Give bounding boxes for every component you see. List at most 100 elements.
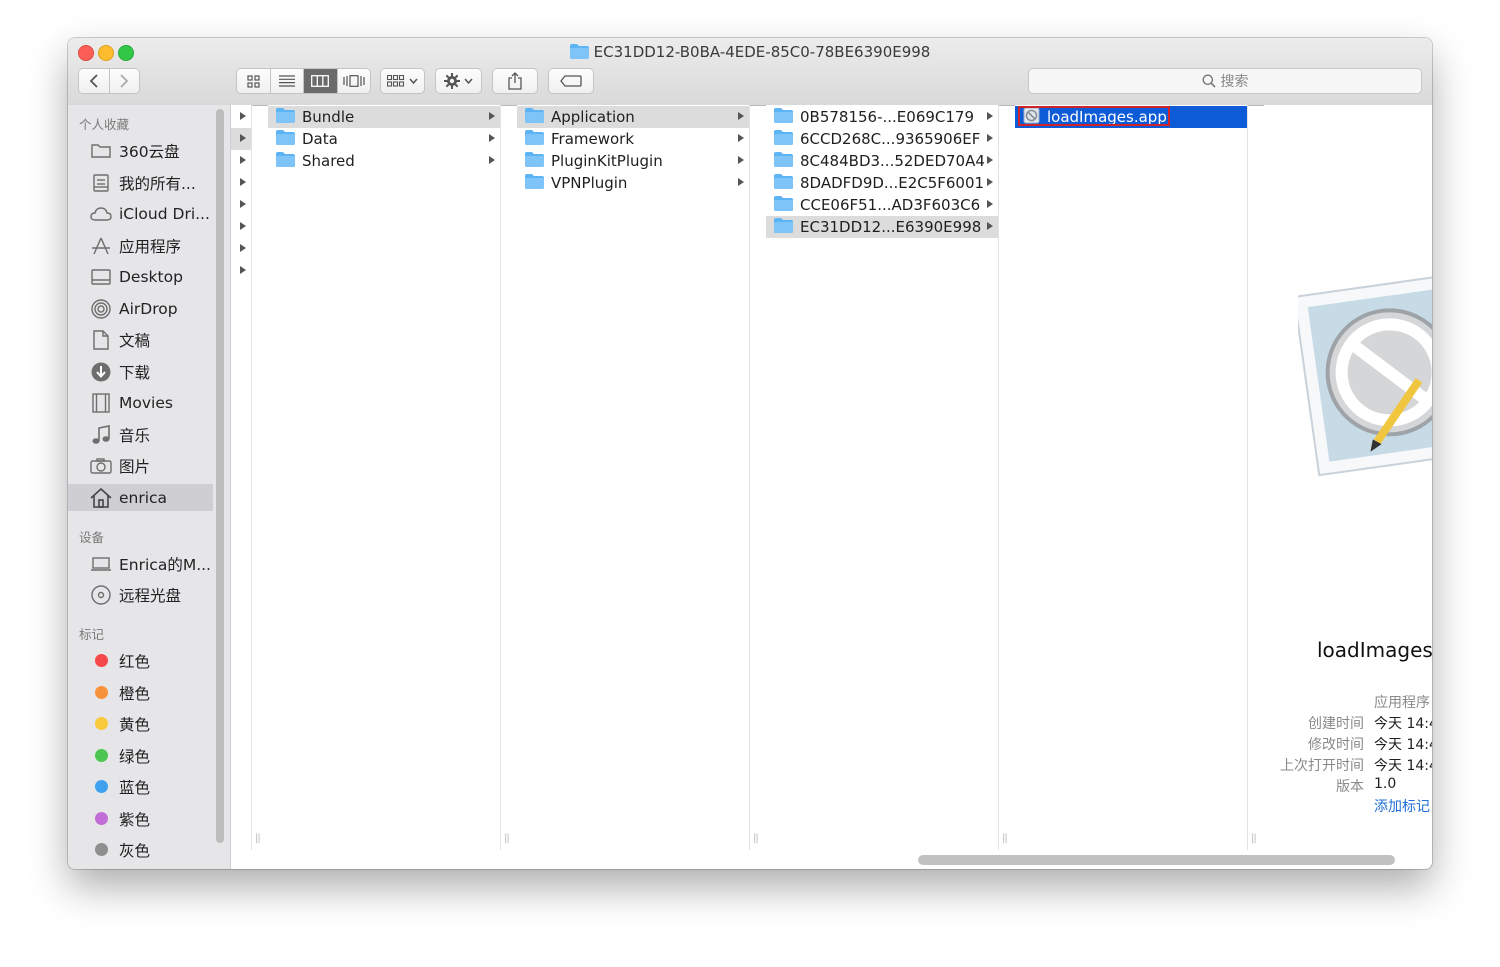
sidebar-item-label: 应用程序: [119, 237, 182, 256]
window-title-text: EC31DD12-B0BA-4EDE-85C0-78BE6390E998: [593, 43, 931, 61]
column-resize-handle[interactable]: ||: [504, 833, 510, 844]
list-item[interactable]: VPNPlugin: [517, 172, 749, 194]
folder-icon: [774, 107, 793, 127]
arrange-icon: [387, 75, 405, 87]
sidebar-scrollbar[interactable]: [216, 109, 224, 843]
cloud-icon: [90, 206, 112, 221]
list-item-selected[interactable]: loadImages.app: [1015, 106, 1247, 128]
column-view-icon: [311, 75, 330, 87]
list-item[interactable]: Application: [517, 106, 749, 128]
action-button[interactable]: [435, 68, 482, 94]
item-label: 0B578156-...E069C179: [800, 108, 975, 126]
horizontal-scrollbar[interactable]: [918, 855, 1395, 865]
sidebar-item-label: 360云盘: [119, 142, 180, 161]
add-tag-link[interactable]: 添加标记: [1374, 796, 1430, 816]
folder-icon: [774, 173, 793, 193]
list-item[interactable]: Shared: [268, 150, 500, 172]
meta-value: 1.0: [1374, 776, 1397, 792]
sidebar-item-all-files[interactable]: 我的所有...: [68, 169, 213, 196]
list-item[interactable]: 8DADFD9D...E2C5F6001: [766, 172, 998, 194]
sidebar: 个人收藏 360云盘 我的所有... iCloud Dri... 应用程序 De…: [68, 105, 231, 869]
meta-label: 上次打开时间: [1280, 758, 1364, 774]
sidebar-item-applications[interactable]: 应用程序: [68, 232, 213, 259]
back-button[interactable]: [79, 69, 110, 93]
sidebar-tag-gray[interactable]: 灰色: [68, 836, 213, 863]
sidebar-item-remote-disc[interactable]: 远程光盘: [68, 581, 213, 608]
tag-color-dot: [90, 717, 112, 730]
favorites-header: 个人收藏: [79, 117, 130, 132]
column-resize-handle[interactable]: ||: [1251, 833, 1257, 844]
sidebar-item-downloads[interactable]: 下载: [68, 358, 213, 385]
list-item[interactable]: Bundle: [268, 106, 500, 128]
share-button[interactable]: [492, 68, 538, 94]
folder-icon: [774, 195, 793, 215]
sidebar-tag-yellow[interactable]: 黄色: [68, 710, 213, 737]
film-icon: [90, 392, 112, 413]
sidebar-item-movies[interactable]: Movies: [68, 389, 213, 416]
chevron-left-icon: [89, 74, 98, 88]
disclosure-arrow: [738, 134, 744, 142]
sidebar-item-label: Enrica的M...: [119, 555, 211, 574]
disclosure-arrow: [987, 156, 993, 164]
sidebar-item-macbook[interactable]: Enrica的M...: [68, 550, 213, 577]
meta-value: 今天 14:4: [1374, 758, 1432, 774]
sidebar-item-pictures[interactable]: 图片: [68, 452, 213, 479]
sidebar-item-airdrop[interactable]: AirDrop: [68, 295, 213, 322]
sidebar-item-enrica[interactable]: enrica: [68, 484, 213, 511]
finder-window: EC31DD12-B0BA-4EDE-85C0-78BE6390E998 搜索 …: [68, 38, 1432, 869]
disclosure-arrow: [489, 156, 495, 164]
arrange-button[interactable]: [380, 68, 425, 94]
column-resize-handle[interactable]: ||: [753, 833, 759, 844]
home-icon: [90, 487, 112, 508]
sidebar-item-360[interactable]: 360云盘: [68, 137, 213, 164]
sidebar-item-icloud[interactable]: iCloud Dri...: [68, 200, 213, 227]
disclosure-arrow: [987, 200, 993, 208]
sidebar-tag-blue[interactable]: 蓝色: [68, 773, 213, 800]
tags-header: 标记: [79, 627, 105, 642]
sidebar-item-label: Movies: [119, 393, 173, 412]
cover-flow-button[interactable]: [337, 69, 370, 93]
forward-button[interactable]: [109, 69, 139, 93]
sidebar-tag-purple[interactable]: 紫色: [68, 805, 213, 832]
sidebar-tag-red[interactable]: 红色: [68, 647, 213, 674]
tag-color-dot: [90, 686, 112, 699]
search-field[interactable]: 搜索: [1028, 68, 1422, 94]
meta-label: 修改时间: [1308, 737, 1364, 753]
airdrop-icon: [90, 298, 112, 319]
sidebar-item-label: 紫色: [119, 810, 151, 829]
folder-icon: [276, 107, 295, 127]
sidebar-item-label: 橙色: [119, 684, 151, 703]
disclosure-arrow: [987, 112, 993, 120]
list-item[interactable]: 6CCD268C...9365906EF: [766, 128, 998, 150]
sidebar-item-documents[interactable]: 文稿: [68, 326, 213, 353]
laptop-icon: [90, 556, 112, 571]
edit-tags-button[interactable]: [548, 68, 594, 94]
folder-icon: [774, 151, 793, 171]
column-resize-handle[interactable]: ||: [1002, 833, 1008, 844]
sidebar-item-label: 图片: [119, 457, 151, 476]
sidebar-item-label: 文稿: [119, 331, 151, 350]
folder-icon: [525, 107, 544, 127]
tag-icon: [560, 75, 582, 87]
list-item[interactable]: CCE06F51...AD3F603C6: [766, 194, 998, 216]
sidebar-tag-orange[interactable]: 橙色: [68, 679, 213, 706]
item-label: Bundle: [302, 108, 355, 126]
list-item[interactable]: 0B578156-...E069C179: [766, 106, 998, 128]
column-view-button[interactable]: [304, 69, 338, 93]
sidebar-item-music[interactable]: 音乐: [68, 421, 213, 448]
sidebar-tag-green[interactable]: 绿色: [68, 742, 213, 769]
sidebar-item-desktop[interactable]: Desktop: [68, 263, 213, 290]
list-item[interactable]: EC31DD12...E6390E998: [766, 216, 998, 238]
disclosure-arrow: [738, 156, 744, 164]
list-item[interactable]: Data: [268, 128, 500, 150]
icon-view-icon: [247, 74, 260, 88]
list-item[interactable]: PluginKitPlugin: [517, 150, 749, 172]
column-resize-handle[interactable]: ||: [255, 833, 261, 844]
list-item[interactable]: Framework: [517, 128, 749, 150]
applications-icon: [90, 236, 112, 256]
sidebar-item-label: 灰色: [119, 841, 151, 860]
list-view-button[interactable]: [270, 69, 304, 93]
list-item[interactable]: 8C484BD3...52DED70A4: [766, 150, 998, 172]
title-bar: EC31DD12-B0BA-4EDE-85C0-78BE6390E998 搜索: [68, 38, 1432, 106]
icon-view-button[interactable]: [237, 69, 271, 93]
